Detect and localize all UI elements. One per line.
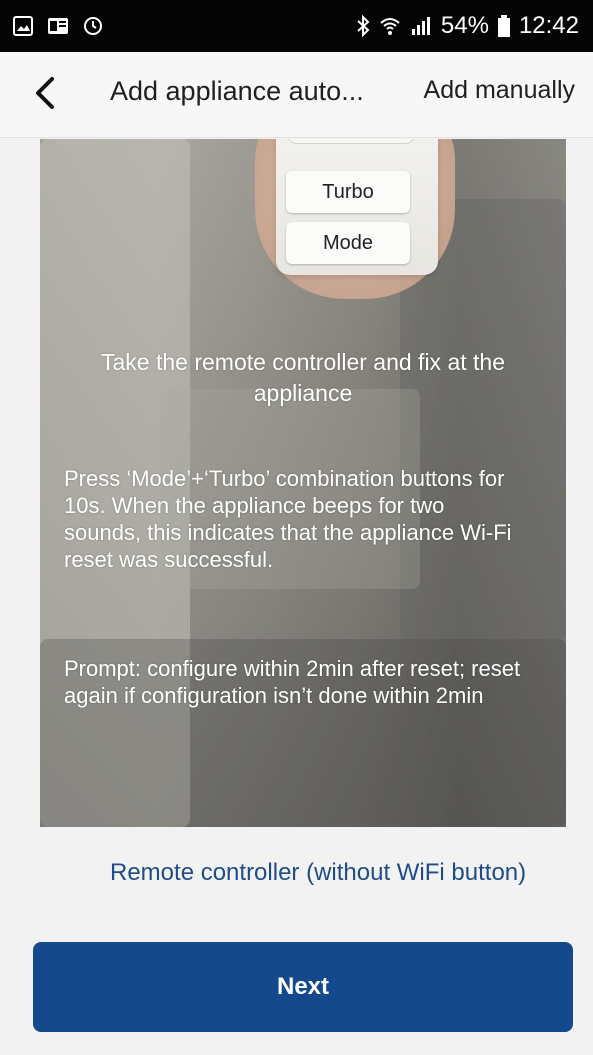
next-button[interactable]: Next	[33, 942, 573, 1032]
wifi-icon	[379, 15, 401, 37]
status-right-group: 54% 12:42	[355, 12, 579, 40]
instruction-heading: Take the remote controller and fix at th…	[101, 349, 505, 406]
instruction-prompt: Prompt: configure within 2min after rese…	[64, 656, 521, 708]
signal-icon	[409, 15, 433, 37]
remote-turbo-button: Turbo	[286, 171, 410, 213]
status-time: 12:42	[518, 12, 579, 39]
remote-controller-link[interactable]: Remote controller (without WiFi button)	[110, 859, 526, 887]
status-bar: 54% 12:42	[0, 0, 593, 52]
remote-mode-button: Mode	[286, 222, 410, 264]
chevron-left-icon	[32, 76, 58, 115]
page-title: Add appliance auto...	[110, 76, 364, 106]
battery-icon	[497, 14, 511, 38]
instruction-body: Press ‘Mode’+‘Turbo’ combination buttons…	[64, 466, 512, 572]
add-manually-button[interactable]: Add manually	[424, 76, 575, 105]
back-button[interactable]	[20, 70, 70, 120]
bluetooth-icon	[355, 14, 371, 38]
status-left-group	[12, 15, 104, 37]
gallery-icon	[12, 15, 34, 37]
instruction-panel: Turbo Mode Take the remote controller an…	[40, 139, 566, 827]
app-header: Add appliance auto... Add manually	[0, 52, 593, 138]
outlook-icon	[46, 15, 70, 37]
remote-top-button	[288, 139, 414, 144]
battery-percent: 54%	[440, 12, 489, 39]
sync-icon	[82, 15, 104, 37]
